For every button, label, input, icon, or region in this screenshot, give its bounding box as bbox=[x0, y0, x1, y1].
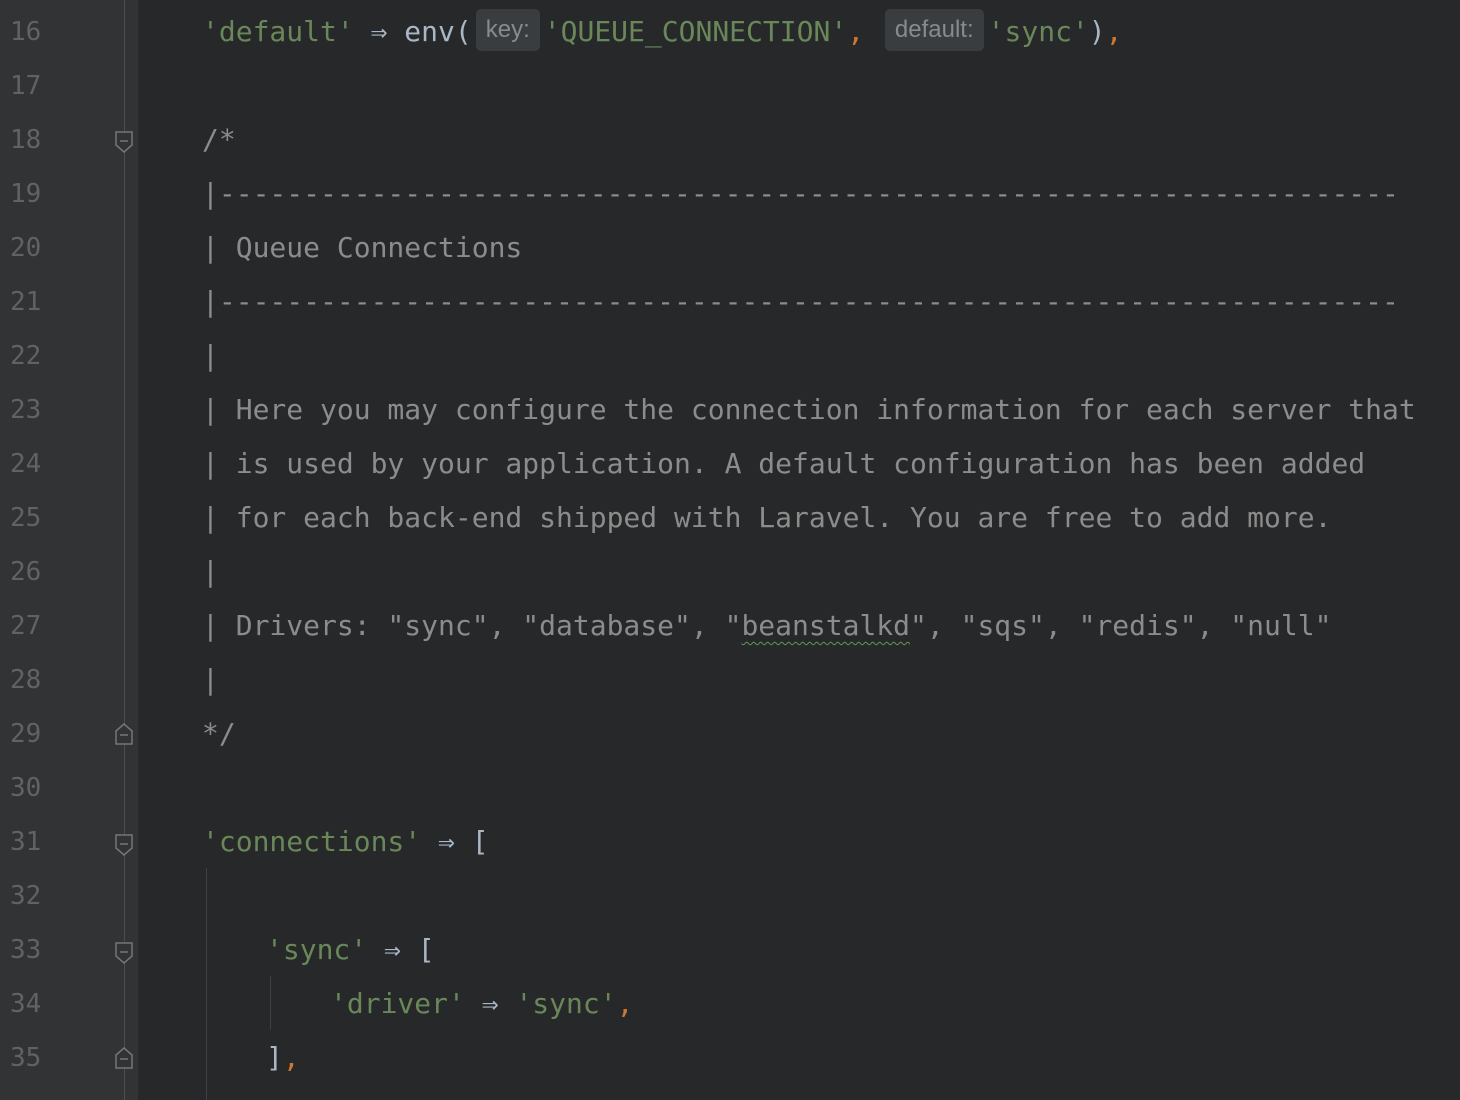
spelling-warning[interactable]: beanstalkd bbox=[741, 609, 910, 642]
line-number-gutter: 16 17 18 19 20 21 22 23 24 25 26 27 28 2… bbox=[0, 0, 138, 1100]
line-number: 21 bbox=[10, 287, 42, 317]
line-number: 29 bbox=[10, 719, 42, 749]
line-number: 31 bbox=[10, 827, 42, 857]
code-line-33[interactable]: 'sync' ⇒ [ bbox=[266, 923, 435, 977]
code-line-21[interactable]: |---------------------------------------… bbox=[202, 275, 1402, 329]
line-number: 25 bbox=[10, 503, 42, 533]
line-number: 22 bbox=[10, 341, 42, 371]
line-number: 35 bbox=[10, 1043, 42, 1073]
code-line-28[interactable]: | bbox=[202, 653, 219, 707]
line-number: 27 bbox=[10, 611, 42, 641]
fold-end-icon[interactable] bbox=[115, 723, 133, 745]
code-line-31[interactable]: 'connections' ⇒ [ bbox=[202, 815, 489, 869]
line-number: 20 bbox=[10, 233, 42, 263]
fold-collapse-icon[interactable] bbox=[115, 942, 133, 964]
fold-collapse-icon[interactable] bbox=[115, 834, 133, 856]
code-line-18[interactable]: /* bbox=[202, 113, 236, 167]
fold-end-icon[interactable] bbox=[115, 1047, 133, 1069]
line-number: 18 bbox=[10, 125, 42, 155]
code-line-24[interactable]: | is used by your application. A default… bbox=[202, 437, 1365, 491]
parameter-hint-key: key: bbox=[475, 9, 540, 51]
fold-collapse-icon[interactable] bbox=[115, 131, 133, 153]
line-number: 23 bbox=[10, 395, 42, 425]
gutter-divider bbox=[124, 0, 125, 1100]
line-number: 17 bbox=[10, 71, 42, 101]
code-line-27[interactable]: | Drivers: "sync", "database", "beanstal… bbox=[202, 599, 1331, 653]
code-line-25[interactable]: | for each back-end shipped with Laravel… bbox=[202, 491, 1331, 545]
line-number: 30 bbox=[10, 773, 42, 803]
code-line-16[interactable]: 'default' ⇒ env(key: 'QUEUE_CONNECTION', … bbox=[202, 5, 1123, 59]
parameter-hint-default: default: bbox=[884, 9, 984, 51]
code-line-29[interactable]: */ bbox=[202, 707, 236, 761]
line-number: 32 bbox=[10, 881, 42, 911]
code-line-22[interactable]: | bbox=[202, 329, 219, 383]
line-number: 24 bbox=[10, 449, 42, 479]
code-line-23[interactable]: | Here you may configure the connection … bbox=[202, 383, 1416, 437]
line-number: 19 bbox=[10, 179, 42, 209]
code-line-34[interactable]: 'driver' ⇒ 'sync', bbox=[330, 977, 633, 1031]
code-line-20[interactable]: | Queue Connections bbox=[202, 221, 522, 275]
indent-guide bbox=[270, 976, 271, 1030]
code-line-26[interactable]: | bbox=[202, 545, 219, 599]
code-line-19[interactable]: |---------------------------------------… bbox=[202, 167, 1402, 221]
line-number: 33 bbox=[10, 935, 42, 965]
code-line-35[interactable]: ], bbox=[266, 1031, 300, 1085]
code-editor[interactable]: 16 17 18 19 20 21 22 23 24 25 26 27 28 2… bbox=[0, 0, 1460, 1100]
line-number: 16 bbox=[10, 17, 42, 47]
indent-guide bbox=[206, 868, 207, 1100]
line-number: 34 bbox=[10, 989, 42, 1019]
line-number: 26 bbox=[10, 557, 42, 587]
line-number: 28 bbox=[10, 665, 42, 695]
